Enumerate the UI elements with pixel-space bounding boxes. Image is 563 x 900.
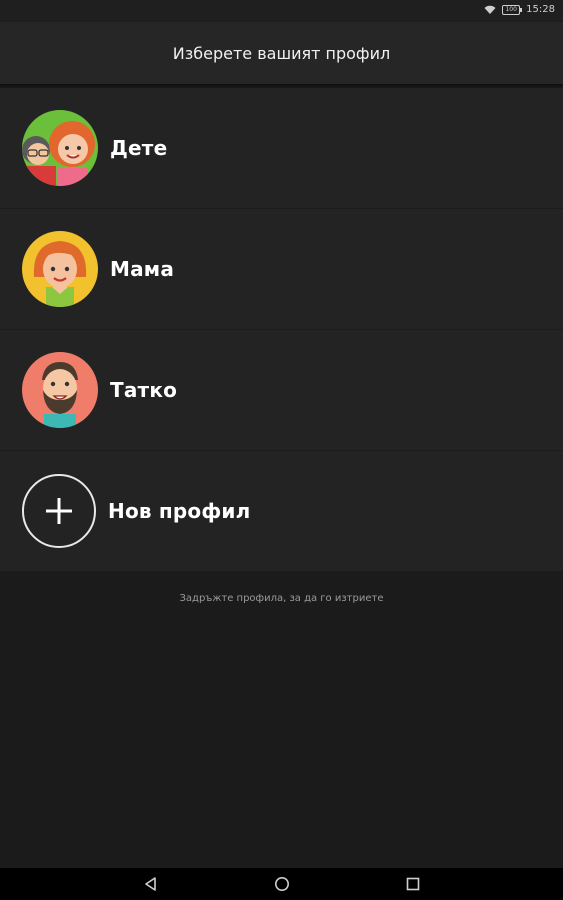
- status-time: 15:28: [526, 4, 555, 15]
- new-profile-label: Нов профил: [108, 499, 251, 523]
- delete-hint: Задръжте профила, за да го изтриете: [179, 593, 384, 604]
- profile-item-dad[interactable]: Татко: [0, 330, 563, 451]
- dad-avatar-icon: [22, 352, 98, 428]
- wifi-icon: [484, 5, 496, 14]
- page-title-text: Изберете вашият профил: [172, 43, 391, 63]
- page-title: Изберете вашият профил: [0, 22, 563, 84]
- plus-icon: [46, 498, 72, 524]
- profile-label-mom: Мама: [110, 257, 175, 281]
- home-circle-icon[interactable]: [274, 876, 290, 892]
- battery-icon: 100: [502, 4, 523, 15]
- recents-square-icon[interactable]: [405, 876, 421, 892]
- back-triangle-icon[interactable]: [143, 876, 159, 892]
- status-bar: 100 15:28: [0, 0, 563, 22]
- profile-item-kid[interactable]: Дете: [0, 88, 563, 209]
- profile-label-kid: Дете: [110, 136, 168, 160]
- add-profile-circle: [22, 474, 96, 548]
- new-profile-button[interactable]: Нов профил: [0, 451, 563, 571]
- profile-list: Дете Мама Татко Нов профил: [0, 88, 563, 571]
- profile-label-dad: Татко: [110, 378, 178, 402]
- kid-avatar-icon: [22, 110, 98, 186]
- mom-avatar-icon: [22, 231, 98, 307]
- profile-item-mom[interactable]: Мама: [0, 209, 563, 330]
- navigation-bar: [0, 868, 563, 900]
